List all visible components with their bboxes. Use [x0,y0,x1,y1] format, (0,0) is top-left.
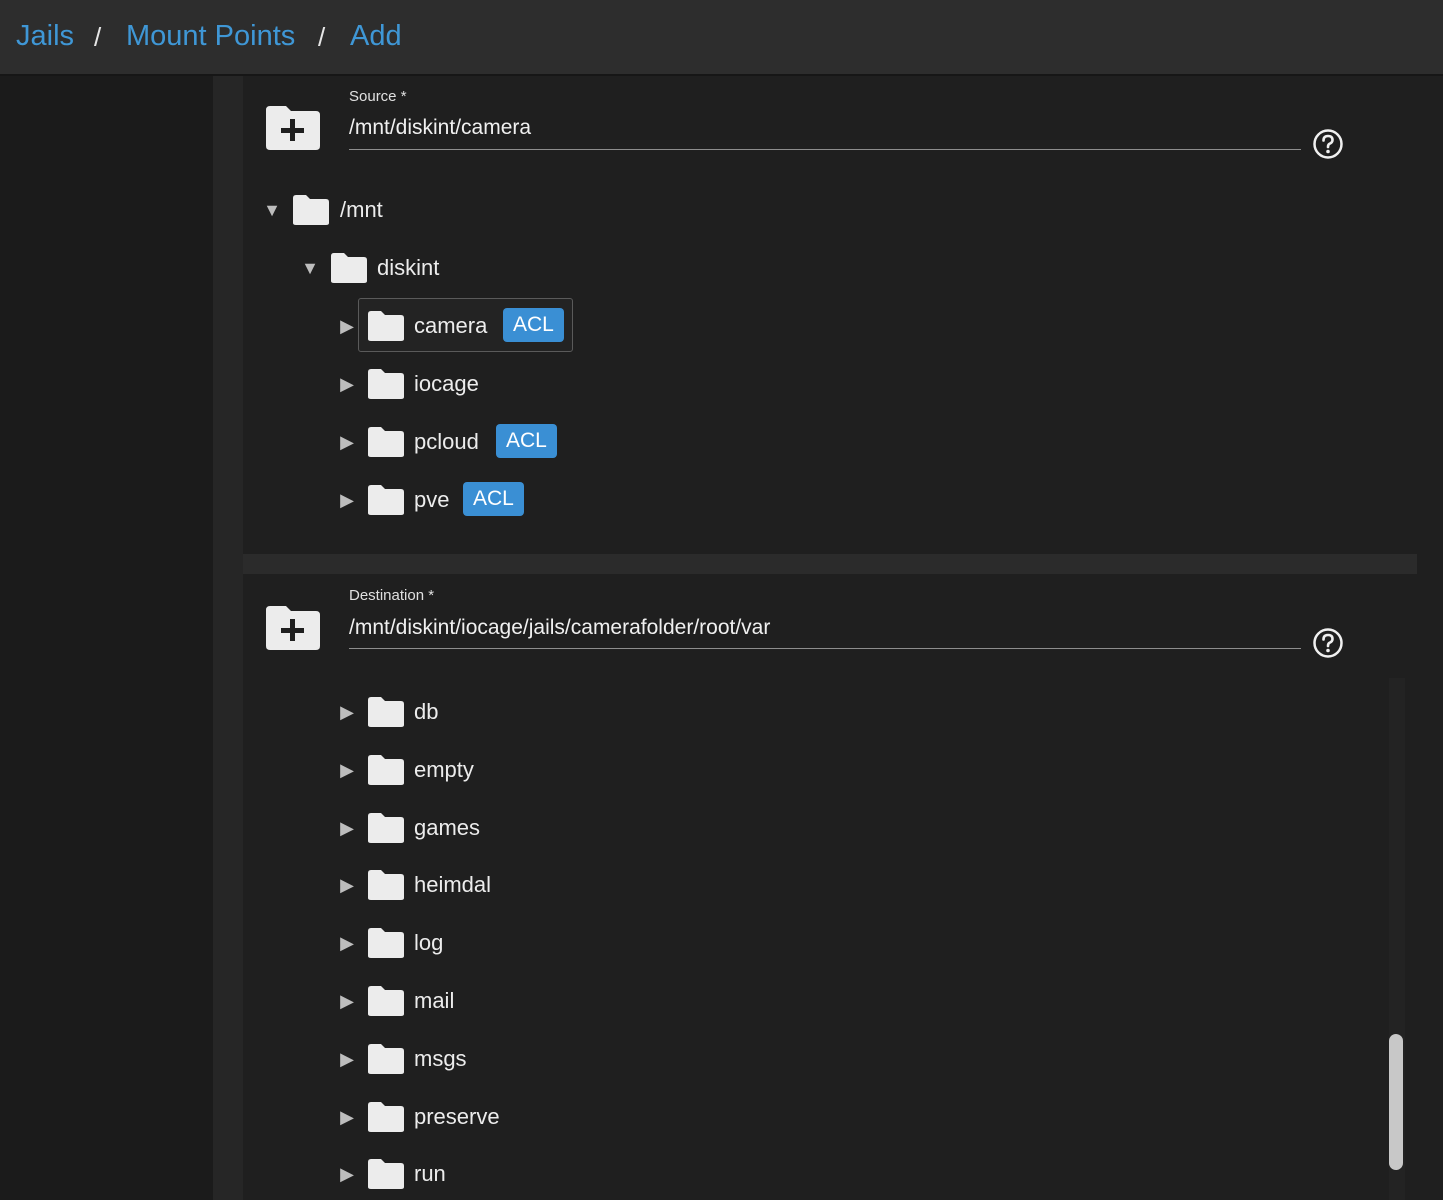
breadcrumb-jails[interactable]: Jails [16,20,74,53]
source-input[interactable]: /mnt/diskint/camera [349,116,531,140]
folder-icon [368,1043,404,1074]
folder-icon [293,195,329,225]
expand-icon[interactable]: ▶ [337,991,357,1012]
right-margin [1417,76,1443,1200]
acl-badge: ACL [503,308,564,342]
tree-node-label: log [414,930,444,956]
folder-icon [368,697,404,727]
folder-icon [331,253,367,283]
breadcrumb-mount-points[interactable]: Mount Points [126,20,295,53]
tree-node-label: pve [414,487,450,512]
expand-icon[interactable]: ▶ [337,702,357,723]
collapse-icon[interactable]: ▼ [262,200,282,221]
expand-icon[interactable]: ▶ [337,1049,357,1070]
folder-icon [368,369,404,399]
tree-node-label: run [414,1161,446,1187]
add-folder-icon[interactable] [264,104,322,150]
expand-icon[interactable]: ▶ [337,875,357,896]
tree-node-label: pcloud [414,429,479,454]
tree-node-label: msgs [414,1045,467,1071]
content-margin [213,76,243,1200]
destination-label: Destination * [349,587,435,604]
tree-node-label: heimdal [414,872,492,898]
expand-icon[interactable]: ▶ [337,374,357,395]
source-label: Source * [349,88,407,105]
add-folder-icon[interactable] [264,604,322,650]
tree-node-label: games [414,814,481,840]
folder-icon [368,928,404,959]
expand-icon[interactable]: ▶ [337,933,357,954]
tree-node-label: /mnt [340,197,383,222]
expand-icon[interactable]: ▶ [337,432,357,453]
scrollbar-thumb[interactable] [1389,1034,1403,1170]
expand-icon[interactable]: ▶ [337,760,357,781]
tree-node-label: db [414,699,439,724]
folder-icon [368,1101,404,1132]
help-icon[interactable] [1312,627,1344,659]
help-icon[interactable] [1312,128,1344,160]
tree-node-label: preserve [414,1103,500,1129]
destination-underline [349,648,1301,649]
folder-icon [368,754,404,785]
expand-icon[interactable]: ▶ [337,316,357,337]
left-panel [0,76,213,1200]
folder-icon [368,427,404,457]
top-bar: Jails / Mount Points / Add [0,0,1443,76]
destination-input[interactable]: /mnt/diskint/iocage/jails/camerafolder/r… [349,616,770,640]
tree-node-label: mail [414,988,455,1013]
collapse-icon[interactable]: ▼ [300,258,320,279]
tree-node-label: iocage [414,371,479,396]
acl-badge: ACL [463,482,524,516]
acl-badge: ACL [496,424,557,458]
folder-icon [368,986,404,1016]
tree-node-label: camera [414,313,488,338]
tree-node-label: diskint [377,255,440,280]
breadcrumb-separator: / [318,22,326,52]
folder-icon [368,870,404,901]
source-underline [349,149,1301,150]
folder-icon [368,485,404,515]
expand-icon[interactable]: ▶ [337,490,357,511]
tree-node-label: empty [414,756,474,782]
folder-icon [368,311,404,341]
expand-icon[interactable]: ▶ [337,1164,357,1185]
expand-icon[interactable]: ▶ [337,818,357,839]
breadcrumb-add: Add [350,20,402,52]
expand-icon[interactable]: ▶ [337,1107,357,1128]
breadcrumb-separator: / [94,22,102,52]
folder-icon [368,1159,404,1190]
folder-icon [368,812,404,843]
card-divider [243,554,1417,574]
